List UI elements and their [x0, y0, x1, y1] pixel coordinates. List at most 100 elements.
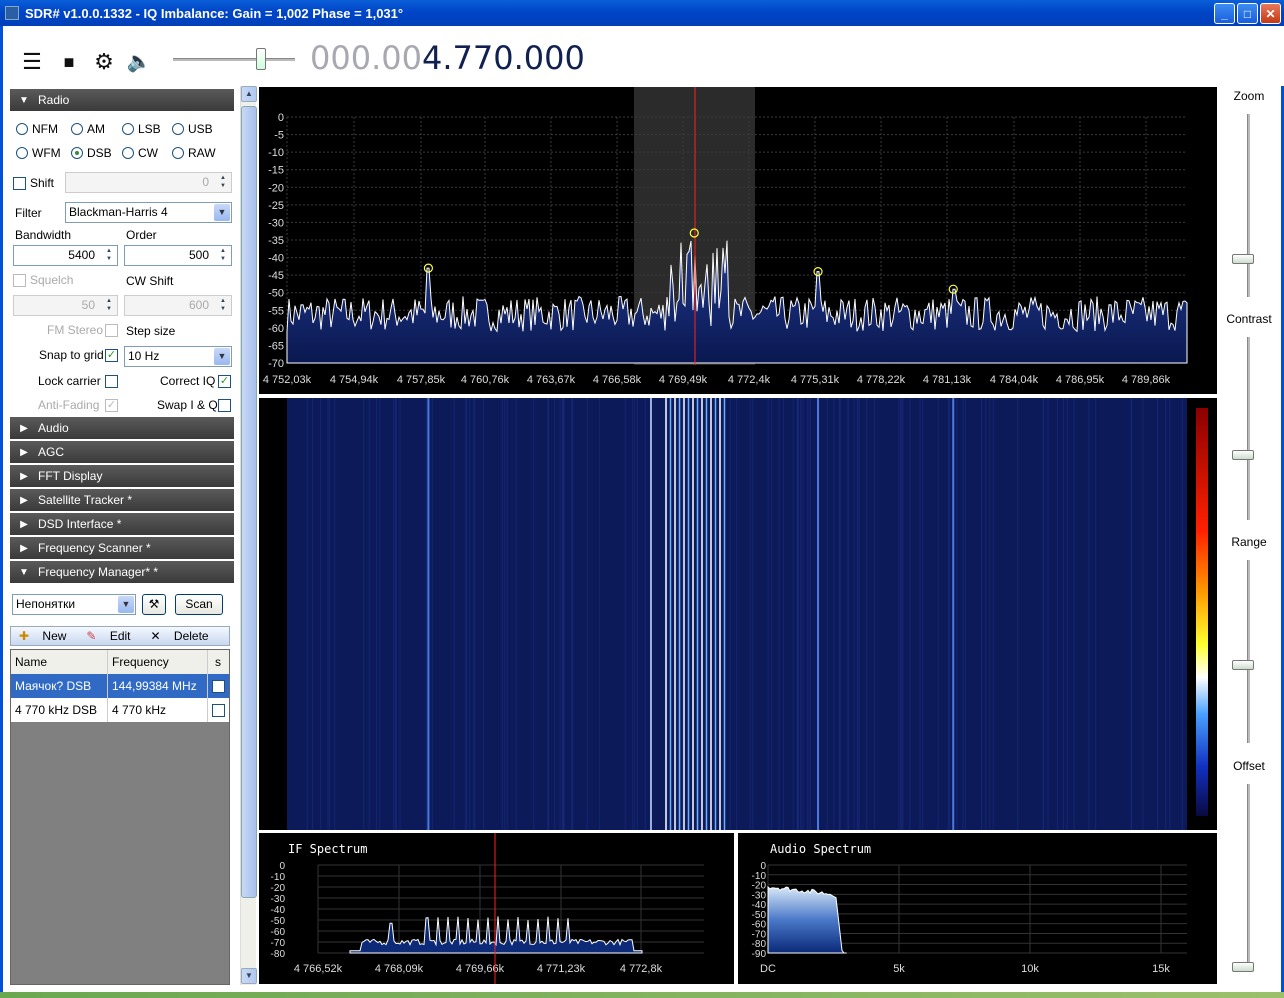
frequency-digits[interactable]: 4.770.000 — [422, 39, 585, 77]
stop-icon[interactable]: ■ — [56, 50, 82, 74]
section-frequency-scanner[interactable]: ▶ Frequency Scanner * — [10, 537, 234, 559]
expand-icon: ▶ — [20, 542, 28, 554]
squelch-checkbox[interactable] — [13, 274, 26, 287]
table-row[interactable]: Маячок? DSB 144,99384 MHz — [11, 674, 229, 698]
range-slider-thumb[interactable] — [1232, 660, 1254, 670]
swapiq-label: Swap I & Q — [157, 398, 218, 412]
row-name: 4 770 kHz DSB — [11, 698, 108, 722]
speaker-icon[interactable]: 🔈 — [126, 50, 152, 74]
mode-dsb[interactable]: DSB — [71, 146, 112, 160]
swapiq-checkbox[interactable] — [218, 399, 231, 412]
frequency-display[interactable]: 000.004.770.000 — [310, 39, 585, 77]
menu-icon[interactable]: ☰ — [19, 50, 45, 74]
volume-slider-thumb[interactable] — [256, 48, 266, 70]
left-panel-scrollbar[interactable]: ▲ ▼ — [240, 86, 257, 985]
table-row[interactable]: 4 770 kHz DSB 4 770 kHz — [11, 698, 229, 722]
tools-button[interactable]: ⚒ — [142, 594, 166, 615]
section-satellite-tracker[interactable]: ▶ Satellite Tracker * — [10, 489, 234, 511]
section-label: AGC — [38, 445, 65, 459]
frequency-digits-dim[interactable]: 000.00 — [310, 39, 422, 77]
edit-button[interactable]: ✎ Edit — [82, 629, 136, 643]
section-radio-label: Radio — [38, 93, 70, 107]
scroll-down-icon[interactable]: ▼ — [241, 968, 257, 984]
section-frequency-manager[interactable]: ▼ Frequency Manager* * — [10, 561, 234, 583]
antifading-checkbox[interactable]: ✓ — [105, 399, 118, 412]
contrast-slider-thumb[interactable] — [1232, 450, 1254, 460]
chevron-down-icon[interactable]: ▼ — [214, 204, 230, 221]
row-name: Маячок? DSB — [11, 674, 108, 698]
mode-raw[interactable]: RAW — [172, 146, 216, 160]
section-label: Frequency Scanner * — [38, 541, 151, 555]
order-input[interactable]: 500 ▲ ▼ — [124, 245, 232, 266]
spinner-icon[interactable]: ▲ ▼ — [102, 297, 116, 314]
order-value: 500 — [188, 248, 209, 262]
row-frequency: 144,99384 MHz — [108, 674, 208, 698]
section-agc[interactable]: ▶ AGC — [10, 441, 234, 463]
spinner-icon[interactable]: ▲ ▼ — [216, 247, 230, 264]
filter-select[interactable]: Blackman-Harris 4 ▼ — [65, 202, 232, 223]
offset-slider-thumb[interactable] — [1232, 962, 1254, 972]
offset-label: Offset — [1233, 759, 1265, 773]
volume-slider[interactable] — [173, 58, 295, 61]
table-header: Name Frequency s — [11, 650, 229, 674]
cwshift-value: 600 — [188, 298, 209, 312]
squelch-input[interactable]: 50 ▲ ▼ — [13, 295, 118, 316]
fmstereo-checkbox[interactable] — [105, 324, 118, 337]
offset-slider[interactable] — [1247, 784, 1250, 967]
mode-am[interactable]: AM — [71, 122, 105, 136]
squelch-label: Squelch — [30, 273, 74, 287]
new-button[interactable]: ✚ New — [15, 629, 72, 643]
column-header[interactable]: Frequency — [108, 650, 208, 674]
row-checkbox[interactable] — [211, 679, 225, 693]
zoom-label: Zoom — [1233, 89, 1265, 103]
right-panel: Zoom Contrast Range Offset — [1220, 86, 1278, 985]
contrast-slider[interactable] — [1247, 337, 1250, 520]
expand-icon: ▶ — [20, 446, 28, 458]
shift-checkbox[interactable] — [13, 177, 26, 190]
radio-icon — [71, 123, 83, 135]
shift-input[interactable]: 0 ▲ ▼ — [65, 172, 232, 193]
radio-selected-icon — [71, 147, 83, 159]
range-slider[interactable] — [1247, 560, 1250, 743]
close-button[interactable]: ✕ — [1260, 3, 1281, 24]
gear-icon[interactable]: ⚙ — [91, 50, 117, 74]
stepsize-select[interactable]: 10 Hz ▼ — [124, 346, 232, 367]
bandwidth-input[interactable]: 5400 ▲ ▼ — [13, 245, 118, 266]
mode-nfm[interactable]: NFM — [16, 122, 58, 136]
spinner-icon[interactable]: ▲ ▼ — [216, 297, 230, 314]
section-radio[interactable]: ▼ Radio — [10, 89, 234, 111]
column-header[interactable]: s — [208, 650, 228, 674]
radio-icon — [16, 123, 28, 135]
delete-button[interactable]: ✕ Delete — [147, 629, 215, 643]
zoom-slider-thumb[interactable] — [1232, 254, 1254, 264]
scrollbar-thumb[interactable] — [241, 106, 257, 898]
lockcarrier-label: Lock carrier — [38, 374, 101, 388]
spinner-icon[interactable]: ▲ ▼ — [216, 174, 230, 191]
left-panel: ▼ Radio NFM AM LSB USB WFM DSB CW RAW Shi… — [10, 86, 236, 985]
mode-cw[interactable]: CW — [122, 146, 158, 160]
app-icon — [5, 6, 19, 20]
section-fft-display[interactable]: ▶ FFT Display — [10, 465, 234, 487]
scan-button[interactable]: Scan — [175, 594, 223, 615]
mode-usb[interactable]: USB — [172, 122, 213, 136]
chevron-down-icon[interactable]: ▼ — [214, 348, 230, 365]
scroll-up-icon[interactable]: ▲ — [241, 86, 257, 102]
spinner-icon[interactable]: ▲ ▼ — [102, 247, 116, 264]
correctiq-checkbox[interactable]: ✓ — [218, 375, 231, 388]
zoom-slider[interactable] — [1247, 114, 1250, 297]
group-select[interactable]: Непонятки ▼ — [12, 594, 136, 615]
lockcarrier-checkbox[interactable] — [105, 375, 118, 388]
section-label: Satellite Tracker * — [38, 493, 133, 507]
column-header[interactable]: Name — [11, 650, 108, 674]
snap-checkbox[interactable]: ✓ — [105, 349, 118, 362]
row-checkbox[interactable] — [211, 703, 225, 717]
mode-wfm[interactable]: WFM — [16, 146, 61, 160]
maximize-button[interactable]: □ — [1237, 3, 1258, 24]
chevron-down-icon[interactable]: ▼ — [118, 596, 134, 613]
section-audio[interactable]: ▶ Audio — [10, 417, 234, 439]
bandwidth-value: 5400 — [68, 248, 95, 262]
cwshift-input[interactable]: 600 ▲ ▼ — [124, 295, 232, 316]
section-dsd-interface[interactable]: ▶ DSD Interface * — [10, 513, 234, 535]
mode-lsb[interactable]: LSB — [122, 122, 161, 136]
minimize-button[interactable]: _ — [1214, 3, 1235, 24]
